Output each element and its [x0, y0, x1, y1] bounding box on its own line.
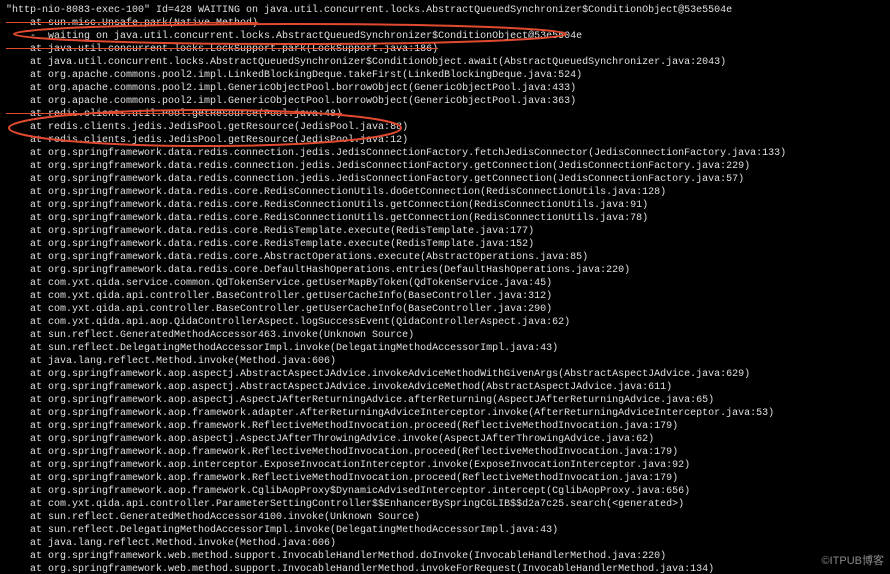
stack-line: at java.util.concurrent.locks.LockSuppor… — [6, 43, 884, 56]
stack-line: at sun.reflect.GeneratedMethodAccessor41… — [6, 511, 884, 524]
stack-line: at com.yxt.qida.api.aop.QidaControllerAs… — [6, 316, 884, 329]
stack-line: at org.apache.commons.pool2.impl.Generic… — [6, 95, 884, 108]
stack-line: at org.springframework.aop.framework.Ref… — [6, 420, 884, 433]
stack-line: at redis.clients.util.Pool.getResource(P… — [6, 108, 884, 121]
stack-line: at org.springframework.data.redis.core.R… — [6, 212, 884, 225]
stack-line: at org.springframework.data.redis.connec… — [6, 147, 884, 160]
stack-line: at java.lang.reflect.Method.invoke(Metho… — [6, 537, 884, 550]
stack-line: at com.yxt.qida.service.common.QdTokenSe… — [6, 277, 884, 290]
stack-line: at org.springframework.data.redis.core.R… — [6, 238, 884, 251]
stack-line: at org.springframework.data.redis.core.D… — [6, 264, 884, 277]
stack-line: at org.apache.commons.pool2.impl.LinkedB… — [6, 69, 884, 82]
stack-line: at sun.reflect.DelegatingMethodAccessorI… — [6, 524, 884, 537]
stack-line: at java.lang.reflect.Method.invoke(Metho… — [6, 355, 884, 368]
stack-line: at com.yxt.qida.api.controller.BaseContr… — [6, 290, 884, 303]
stack-line: at org.springframework.aop.aspectj.Aspec… — [6, 394, 884, 407]
stack-line: at org.springframework.data.redis.connec… — [6, 173, 884, 186]
stack-line: at org.springframework.aop.framework.ada… — [6, 407, 884, 420]
stack-line: at org.springframework.data.redis.core.R… — [6, 225, 884, 238]
stack-line: at org.springframework.aop.aspectj.Aspec… — [6, 433, 884, 446]
stack-line: at org.springframework.aop.framework.Ref… — [6, 472, 884, 485]
stack-line: at org.springframework.web.method.suppor… — [6, 550, 884, 563]
stack-line: at org.springframework.aop.framework.Cgl… — [6, 485, 884, 498]
stack-line: at org.springframework.data.redis.core.R… — [6, 186, 884, 199]
stack-line: at org.springframework.data.redis.core.R… — [6, 199, 884, 212]
stack-line: at sun.reflect.GeneratedMethodAccessor46… — [6, 329, 884, 342]
stack-line: "http-nio-8083-exec-100" Id=428 WAITING … — [6, 4, 884, 17]
stack-line: at org.springframework.data.redis.core.A… — [6, 251, 884, 264]
stack-line: at org.springframework.web.method.suppor… — [6, 563, 884, 574]
stack-line: at org.springframework.aop.interceptor.E… — [6, 459, 884, 472]
stack-line: at org.springframework.aop.aspectj.Abstr… — [6, 381, 884, 394]
stack-line: at com.yxt.qida.api.controller.BaseContr… — [6, 303, 884, 316]
stack-trace-output: "http-nio-8083-exec-100" Id=428 WAITING … — [0, 0, 890, 574]
stack-line: at org.springframework.aop.aspectj.Abstr… — [6, 368, 884, 381]
stack-line: at org.apache.commons.pool2.impl.Generic… — [6, 82, 884, 95]
stack-line: at redis.clients.jedis.JedisPool.getReso… — [6, 121, 884, 134]
stack-line: at sun.reflect.DelegatingMethodAccessorI… — [6, 342, 884, 355]
stack-line: at redis.clients.jedis.JedisPool.getReso… — [6, 134, 884, 147]
stack-line: at sun.misc.Unsafe.park(Native Method) — [6, 17, 884, 30]
stack-line: at org.springframework.data.redis.connec… — [6, 160, 884, 173]
stack-line: at org.springframework.aop.framework.Ref… — [6, 446, 884, 459]
stack-line: at java.util.concurrent.locks.AbstractQu… — [6, 56, 884, 69]
stack-line: - waiting on java.util.concurrent.locks.… — [6, 30, 884, 43]
watermark-label: ©ITPUB博客 — [822, 555, 885, 568]
stack-line: at com.yxt.qida.api.controller.Parameter… — [6, 498, 884, 511]
